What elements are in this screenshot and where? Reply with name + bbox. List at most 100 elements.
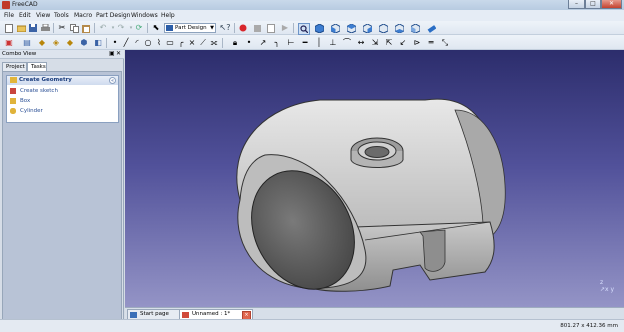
menu-windows[interactable]: Windows xyxy=(131,12,158,19)
line-icon[interactable]: ╱ xyxy=(121,38,131,48)
angle-constraint-icon[interactable]: ═ xyxy=(426,38,436,48)
top-view-icon[interactable] xyxy=(346,23,356,33)
polyline-icon[interactable]: ⌇ xyxy=(154,38,164,48)
rear-view-icon[interactable] xyxy=(378,23,388,33)
menu-bar: File Edit View Tools Macro Part Design W… xyxy=(0,10,624,21)
front-view-icon[interactable] xyxy=(330,23,340,33)
toolbar-separator xyxy=(94,23,95,33)
parallel-constraint-icon[interactable]: ━ xyxy=(300,38,310,48)
construction-mode-icon[interactable]: ⟗ xyxy=(209,38,219,48)
record-macro-icon[interactable] xyxy=(238,23,248,33)
reorient-sketch-icon[interactable]: ◆ xyxy=(65,38,75,48)
fillet-icon[interactable]: ╭ xyxy=(176,38,186,48)
trim-icon[interactable]: ⨯ xyxy=(187,38,197,48)
radius-constraint-icon[interactable]: ⊳ xyxy=(412,38,422,48)
refresh-icon[interactable]: ⟳ xyxy=(134,23,144,33)
collapse-icon[interactable]: « xyxy=(109,77,116,84)
map-sketch-icon[interactable]: ◈ xyxy=(51,38,61,48)
bottom-view-icon[interactable] xyxy=(394,23,404,33)
workbench-selector[interactable]: Part Design ▼ xyxy=(164,23,216,33)
fit-all-icon[interactable] xyxy=(298,23,310,35)
new-sketch-icon[interactable]: ▣ xyxy=(4,38,14,48)
tab-tasks[interactable]: Tasks xyxy=(27,62,47,71)
tangent-constraint-icon[interactable]: ⊥ xyxy=(328,38,338,48)
validate-sketch-icon[interactable]: ⬢ xyxy=(79,38,89,48)
vertical-distance-icon[interactable]: ↙ xyxy=(398,38,408,48)
cylinder-link[interactable]: Cylinder xyxy=(10,107,43,115)
menu-part-design[interactable]: Part Design xyxy=(96,12,130,19)
symmetric-constraint-icon[interactable]: ↔ xyxy=(356,38,366,48)
axonometric-icon[interactable] xyxy=(314,23,324,33)
part-model[interactable] xyxy=(125,50,624,307)
status-bar: 801.27 x 412.36 mm xyxy=(0,319,624,332)
menu-help[interactable]: Help xyxy=(161,12,175,19)
freecad-app-icon xyxy=(2,1,10,9)
menu-view[interactable]: View xyxy=(36,12,50,19)
toolbar-separator xyxy=(147,23,148,33)
edit-macro-icon[interactable] xyxy=(266,23,276,33)
circle-icon[interactable]: ○ xyxy=(143,38,153,48)
horizontal-distance-icon[interactable]: ⇱ xyxy=(384,38,394,48)
arc-icon[interactable]: ◜ xyxy=(132,38,142,48)
whats-this-icon[interactable]: ↖? xyxy=(220,23,231,33)
tab-start-page-label: Start page xyxy=(140,311,169,317)
lock-constraint-icon[interactable]: 🔒︎ xyxy=(230,38,240,48)
toolbar-separator xyxy=(234,23,235,33)
create-sketch-link[interactable]: Create sketch xyxy=(10,87,58,95)
equal-constraint-icon[interactable]: ⌒ xyxy=(342,38,352,48)
run-macro-icon[interactable]: ▶ xyxy=(280,23,290,33)
minimize-button[interactable]: – xyxy=(568,0,585,9)
rectangle-icon[interactable]: ▭ xyxy=(165,38,175,48)
combo-view-title: Combo View xyxy=(2,51,37,57)
task-box-title: Create Geometry xyxy=(19,77,72,83)
menu-edit[interactable]: Edit xyxy=(19,12,31,19)
perpendicular-constraint-icon[interactable]: │ xyxy=(314,38,324,48)
point-on-object-icon[interactable]: ↗ xyxy=(258,38,268,48)
save-icon[interactable] xyxy=(28,23,38,33)
box-link[interactable]: Box xyxy=(10,97,30,105)
tab-unnamed-label: Unnamed : 1* xyxy=(192,311,231,317)
toggle-reference-icon[interactable]: ⤡ xyxy=(440,38,450,48)
window-title: FreeCAD xyxy=(12,1,38,8)
print-icon[interactable] xyxy=(40,23,50,33)
pointer-icon[interactable]: ⬉ xyxy=(151,23,161,33)
menu-macro[interactable]: Macro xyxy=(74,12,92,19)
sketch-icon xyxy=(10,88,16,94)
combo-view-panel: Combo View ▣ ✕ Project Tasks Create Geom… xyxy=(0,50,124,332)
box-icon xyxy=(10,98,16,104)
measure-icon[interactable] xyxy=(426,23,436,33)
undo-icon[interactable]: ↶ xyxy=(98,23,108,33)
close-panel-icon[interactable]: ✕ xyxy=(116,50,121,57)
paste-icon[interactable] xyxy=(81,23,91,33)
coincident-constraint-icon[interactable]: • xyxy=(244,38,254,48)
float-panel-icon[interactable]: ▣ xyxy=(109,50,115,57)
open-icon[interactable] xyxy=(16,23,26,33)
external-geometry-icon[interactable]: ⟋ xyxy=(198,38,208,48)
horizontal-constraint-icon[interactable]: ⊢ xyxy=(286,38,296,48)
redo-icon[interactable]: ↷ xyxy=(116,23,126,33)
menu-tools[interactable]: Tools xyxy=(54,12,69,19)
close-button[interactable]: ✕ xyxy=(601,0,622,9)
title-bar: FreeCAD – □ ✕ xyxy=(0,0,624,10)
toolbar-separator xyxy=(53,23,54,33)
maximize-button[interactable]: □ xyxy=(585,0,601,9)
box-label: Box xyxy=(20,98,31,104)
3d-viewport[interactable]: z ↗x y xyxy=(125,50,624,307)
sketch-mirror-icon[interactable]: ◧ xyxy=(93,38,103,48)
leave-sketch-icon[interactable]: ▤ xyxy=(22,38,32,48)
distance-constraint-icon[interactable]: ⇲ xyxy=(370,38,380,48)
task-box-header[interactable]: Create Geometry « xyxy=(7,76,118,85)
document-tab-bar: Start page × Unnamed : 1* × xyxy=(125,307,624,321)
left-view-icon[interactable] xyxy=(410,23,420,33)
point-icon[interactable]: • xyxy=(110,38,120,48)
tab-project[interactable]: Project xyxy=(2,62,27,71)
copy-icon[interactable] xyxy=(69,23,79,33)
new-document-icon[interactable] xyxy=(4,23,14,33)
stop-macro-icon[interactable] xyxy=(252,23,262,33)
sketcher-toolbar: ▣ ▤ ◆ ◈ ◆ ⬢ ◧ • ╱ ◜ ○ ⌇ ▭ ╭ ⨯ ⟋ ⟗ 🔒︎ • ↗… xyxy=(0,35,624,50)
right-view-icon[interactable] xyxy=(362,23,372,33)
vertical-constraint-icon[interactable]: ╮ xyxy=(272,38,282,48)
view-sketch-icon[interactable]: ◆ xyxy=(37,38,47,48)
cut-icon[interactable]: ✂ xyxy=(57,23,67,33)
menu-file[interactable]: File xyxy=(4,12,14,19)
